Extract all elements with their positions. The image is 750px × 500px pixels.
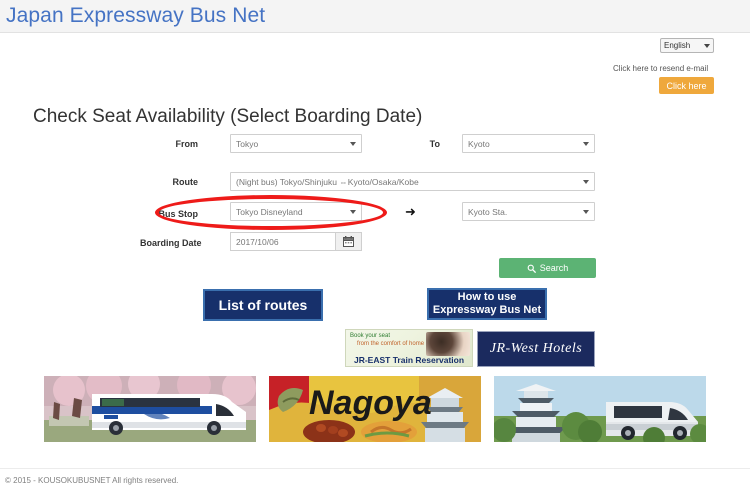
route-select[interactable]: (Night bus) Tokyo/Shinjuku ⇔Kyoto/Osaka/… — [230, 172, 595, 191]
chevron-down-icon — [583, 141, 589, 146]
list-of-routes-button[interactable]: List of routes — [203, 289, 323, 321]
jr-east-train-reservation-banner[interactable]: Book your seat from the comfort of home … — [345, 329, 473, 367]
jr-east-banner-title: JR-EAST Train Reservation — [353, 355, 465, 365]
to-label: To — [429, 139, 440, 149]
how-to-use-button[interactable]: How to use Expressway Bus Net — [427, 288, 547, 320]
chevron-down-icon — [350, 141, 356, 146]
route-label: Route — [172, 177, 199, 187]
footer-copyright: © 2015 - KOUSOKUBUSNET All rights reserv… — [5, 476, 179, 485]
chevron-down-icon — [350, 209, 356, 214]
chevron-down-icon — [583, 209, 589, 214]
jr-east-tagline: Book your seat from the comfort of home — [350, 332, 424, 348]
boarding-date-value: 2017/10/06 — [236, 236, 279, 247]
from-select[interactable]: Tokyo — [230, 134, 362, 153]
click-here-button[interactable]: Click here — [659, 77, 714, 94]
site-title: Japan Expressway Bus Net — [6, 4, 266, 27]
resend-email-text: Click here to resend e-mail — [613, 64, 709, 73]
to-select-value: Kyoto — [468, 138, 490, 149]
svg-text:Nagoya: Nagoya — [309, 384, 432, 422]
calendar-icon — [343, 236, 354, 247]
how-to-use-line1: How to use — [457, 291, 517, 304]
jr-east-tagline-line2: from the comfort of home — [357, 341, 425, 348]
boarding-date-label: Boarding Date — [140, 238, 202, 248]
route-select-value: (Night bus) Tokyo/Shinjuku ⇔Kyoto/Osaka/… — [236, 176, 419, 187]
search-button-label: Search — [539, 263, 569, 273]
search-button[interactable]: Search — [499, 258, 596, 278]
bus-stop-origin-select[interactable]: Tokyo Disneyland — [230, 202, 362, 221]
how-to-use-line2: Expressway Bus Net — [432, 304, 542, 316]
chevron-down-icon — [583, 179, 589, 184]
jr-east-banner-photo — [426, 332, 470, 356]
calendar-picker-button[interactable] — [335, 232, 362, 251]
jr-west-hotels-banner[interactable]: JR-West Hotels — [477, 331, 595, 367]
bus-stop-destination-select[interactable]: Kyoto Sta. — [462, 202, 595, 221]
photo-castle-with-express-bus — [494, 376, 706, 442]
page-title: Check Seat Availability (Select Boarding… — [33, 106, 423, 127]
photo-bus-with-cherry-blossoms — [44, 376, 256, 442]
jr-east-tagline-line1: Book your seat — [350, 333, 391, 339]
list-of-routes-label: List of routes — [218, 296, 308, 313]
chevron-down-icon — [704, 43, 710, 48]
bus-stop-label: Bus Stop — [158, 209, 199, 219]
arrow-right-icon: ➜ — [405, 204, 416, 219]
photo-nagoya-travel-collage: Nagoya — [269, 376, 481, 442]
search-icon — [527, 264, 536, 273]
boarding-date-input[interactable]: 2017/10/06 — [230, 232, 335, 251]
bus-stop-origin-value: Tokyo Disneyland — [236, 206, 303, 217]
language-select[interactable]: English — [660, 38, 714, 53]
from-select-value: Tokyo — [236, 138, 259, 149]
from-label: From — [175, 139, 199, 149]
bus-stop-destination-value: Kyoto Sta. — [468, 206, 508, 217]
footer-divider — [0, 468, 750, 469]
language-select-value: English — [664, 41, 691, 50]
to-select[interactable]: Kyoto — [462, 134, 595, 153]
jr-west-banner-title: JR-West Hotels — [489, 341, 583, 356]
